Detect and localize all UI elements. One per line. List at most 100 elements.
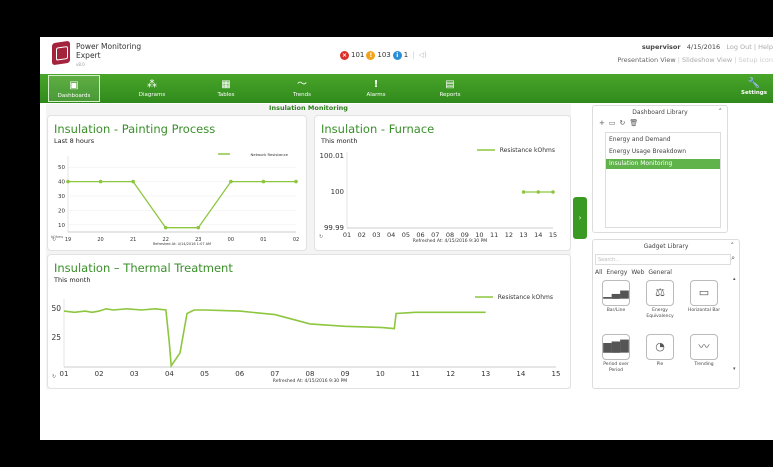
alarm-icon: ! [373,79,379,90]
data-point [196,225,201,230]
gadget-horizontal-bar[interactable]: ▭ Horizontal Bar [685,280,723,330]
x-tick-label: 01 [260,237,266,243]
app-logo-icon [52,40,70,66]
period-bar-icon: ▆▇█ [602,334,630,360]
nav-alarms[interactable]: ! Alarms [350,75,402,102]
alarm-summary[interactable]: × 101 ! 103 i 1 | ◁) [340,49,427,61]
refresh-icon: ↻ [52,237,56,243]
gadget-search-input[interactable]: Search... [595,254,731,265]
warning-alarm-count[interactable]: 103 [377,51,390,59]
data-point [551,190,555,194]
x-tick-label: 02 [293,237,299,243]
y-tick-label: 50 [58,165,65,171]
x-tick-label: 11 [490,231,498,239]
gadget-subtitle: This month [321,137,358,145]
gadget-painting-process[interactable]: 10 20 30 40 50 19 20 21 22 23 00 01 02 kOhms Network R… [47,115,307,251]
list-item[interactable]: Energy Usage Breakdown [606,147,720,157]
x-tick-label: 00 [228,237,234,243]
y-tick-label: 30 [58,194,65,200]
gadget-filters: All Energy Web General [595,269,672,276]
help-link[interactable]: Help [758,43,773,51]
x-tick-label: 02 [95,370,104,378]
nav-label: Trends [293,92,311,98]
filter-energy[interactable]: Energy [606,269,627,276]
x-tick-label: 06 [235,370,244,378]
app-window: Power Monitoring Expert v8.0 × 101 ! 103… [40,37,773,440]
data-point [131,179,135,184]
chevron-up-icon[interactable]: ˄ [719,108,723,116]
view-switcher: Presentation View | Slideshow View | Set… [617,56,773,64]
x-tick-label: 10 [475,231,483,239]
gadget-scrollbar[interactable]: ▴ ▾ [733,276,737,386]
collapse-panel-button[interactable]: › [573,197,587,239]
x-tick-label: 12 [446,370,455,378]
mute-icon[interactable]: ◁) [419,51,427,59]
nav-label: Diagrams [138,92,166,98]
nav-dashboards[interactable]: ▣ Dashboards [48,75,100,102]
x-tick-label: 04 [165,370,174,378]
refresh-icon[interactable]: ↻ [620,119,630,127]
gadget-thermal-treatment[interactable]: 25 50 01 02 03 04 05 06 07 08 09 10 11 12 13 14 15 Resist… [47,254,571,389]
y-tick-label: 50 [51,304,61,313]
nav-label: Dashboards [57,93,91,99]
gadget-trending[interactable]: 〰 Trending [685,334,723,384]
gadget-period-over-period[interactable]: ▆▇█ Period over Period [597,334,635,384]
critical-alarm-icon: × [340,50,349,60]
refresh-icon: ↻ [52,374,56,380]
critical-alarm-count[interactable]: 101 [351,51,364,59]
refreshed-timestamp: Refreshed At: 4/14/2016 1:07 AM [153,242,211,246]
logout-link[interactable]: Log Out [726,43,751,51]
gadget-title: Insulation - Furnace [321,122,435,136]
x-tick-label: 14 [534,231,542,239]
x-tick-label: 07 [270,370,279,378]
chevron-up-icon[interactable]: ˄ [731,242,735,250]
y-tick-label: 100.01 [320,152,345,160]
pie-icon: ◔ [646,334,674,360]
x-tick-label: 20 [97,237,103,243]
refreshed-timestamp: Refreshed At: 4/15/2016 9:30 PM [413,238,488,244]
gadget-energy-equivalency[interactable]: ⚖ Energy Equivalency [641,280,679,330]
nav-tables[interactable]: ▦ Tables [200,75,252,102]
nav-trends[interactable]: 〜 Trends [276,75,328,102]
gadget-title: Insulation – Thermal Treatment [54,261,233,275]
data-point [229,179,233,184]
table-icon: ▦ [221,79,231,90]
y-tick-label: 20 [58,208,65,214]
gadget-pie[interactable]: ◔ Pie [641,334,679,384]
gadget-subtitle: Last 8 hours [54,137,95,145]
legend-label: Resistance kOhms [500,147,555,154]
add-icon[interactable]: + [599,119,609,127]
x-tick-label: 01 [60,370,69,378]
x-tick-label: 08 [446,231,454,239]
y-tick-label: 100 [331,188,344,196]
nav-reports[interactable]: ▤ Reports [424,75,476,102]
app-version: v8.0 [76,62,85,67]
diagram-icon: ⁂ [147,79,157,90]
list-item-selected[interactable]: Insulation Monitoring [606,159,720,169]
gadget-bar-line[interactable]: ▁▃▅ Bar/Line [597,280,635,330]
trending-icon: 〰 [690,334,718,360]
gadget-furnace[interactable]: 99.99 100 100.01 01 02 03 04 05 06 07 08 09 10 11 12 13… [314,115,571,251]
filter-web[interactable]: Web [631,269,644,276]
presentation-view-link[interactable]: Presentation View [617,56,675,64]
folder-icon[interactable]: ▭ [609,119,620,127]
x-tick-label: 11 [411,370,420,378]
user-name: supervisor [641,43,681,51]
info-alarm-count[interactable]: 1 [404,51,408,59]
slideshow-view-link[interactable]: Slideshow View [682,56,732,64]
filter-all[interactable]: All [595,269,602,276]
x-tick-label: 05 [402,231,410,239]
setup-link[interactable]: Setup icon [739,56,773,64]
list-item[interactable]: Energy and Demand [606,135,720,145]
dashboard-title: Insulation Monitoring [269,104,348,112]
nav-label: Alarms [366,92,386,98]
warning-alarm-icon: ! [366,50,376,60]
delete-icon[interactable]: 🗑 [629,119,642,127]
data-point [521,190,526,194]
nav-diagrams[interactable]: ⁂ Diagrams [126,75,178,102]
wrench-icon: 🔧 [747,78,761,89]
settings-button[interactable]: 🔧 Settings [739,77,769,96]
gadget-subtitle: This month [54,276,91,284]
search-icon[interactable]: ⌕ [731,254,735,263]
filter-general[interactable]: General [648,269,672,276]
